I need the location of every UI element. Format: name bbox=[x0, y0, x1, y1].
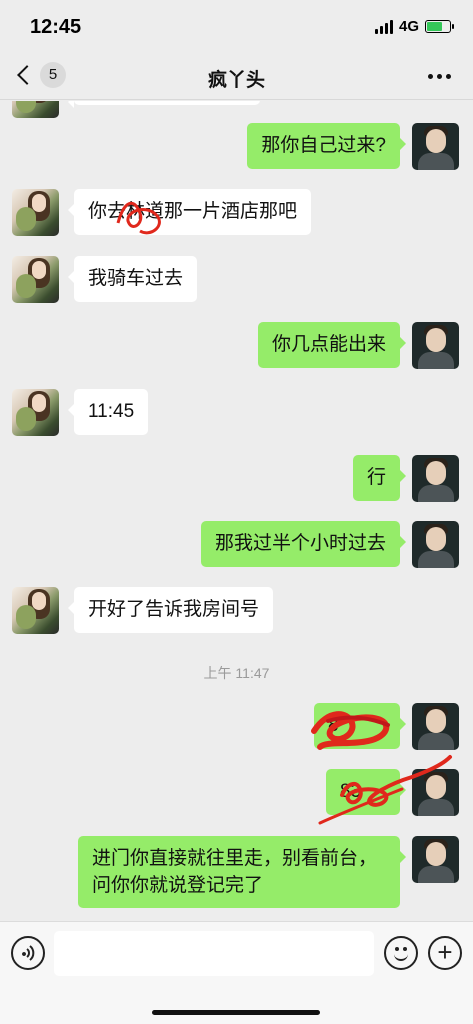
message-bubble[interactable]: 那我过半个小时过去 bbox=[200, 521, 407, 567]
message-bubble[interactable]: 你几点能出来 bbox=[257, 322, 407, 368]
network-type: 4G bbox=[398, 18, 419, 35]
chat-title: 疯丫头 bbox=[207, 70, 265, 91]
voice-input-button[interactable] bbox=[11, 936, 45, 970]
home-indicator bbox=[152, 1010, 320, 1015]
avatar[interactable] bbox=[412, 521, 459, 568]
message-input-bar: + bbox=[0, 921, 473, 1024]
emoji-icon bbox=[395, 947, 399, 951]
more-options-icon[interactable] bbox=[428, 74, 451, 79]
avatar[interactable] bbox=[412, 455, 459, 502]
message-bubble[interactable]: 我骑车过去 bbox=[67, 256, 198, 302]
message-input[interactable] bbox=[54, 931, 374, 976]
avatar[interactable] bbox=[412, 836, 459, 883]
emoji-button[interactable] bbox=[384, 936, 418, 970]
avatar[interactable] bbox=[12, 587, 59, 634]
signal-icon bbox=[374, 19, 393, 34]
message-bubble[interactable]: 你去林道那一片酒店那吧 bbox=[67, 189, 312, 235]
message-bubble[interactable]: 11:45 bbox=[67, 389, 149, 435]
message-bubble[interactable]: 那你自己过来? bbox=[247, 123, 406, 169]
chat-messages[interactable]: 那你自己过来? 你去林道那一片酒店那吧 我骑车过去 你几点能出来 11:45 行… bbox=[0, 101, 473, 921]
avatar[interactable] bbox=[12, 101, 59, 118]
chat-header: 5 疯丫头 bbox=[0, 52, 473, 100]
avatar[interactable] bbox=[412, 123, 459, 170]
message-bubble[interactable]: 开好了告诉我房间号 bbox=[67, 587, 274, 633]
plus-button[interactable]: + bbox=[428, 936, 462, 970]
avatar[interactable] bbox=[12, 256, 59, 303]
voice-icon bbox=[22, 945, 35, 961]
status-bar: 12:45 4G bbox=[0, 0, 473, 52]
avatar[interactable] bbox=[412, 769, 459, 816]
status-indicators: 4G bbox=[374, 18, 454, 35]
avatar[interactable] bbox=[12, 389, 59, 436]
avatar[interactable] bbox=[12, 189, 59, 236]
message-bubble[interactable]: 83 bbox=[326, 769, 406, 815]
battery-icon bbox=[425, 20, 454, 33]
message-timestamp: 上午 11:47 bbox=[203, 665, 270, 681]
message-bubble[interactable]: 进门你直接就往里走，别看前台，问你你就说登记完了 bbox=[78, 836, 406, 908]
avatar[interactable] bbox=[412, 703, 459, 750]
message-bubble[interactable]: 行 bbox=[352, 455, 407, 501]
status-time: 12:45 bbox=[30, 16, 82, 38]
message-bubble-partial bbox=[68, 101, 260, 108]
message-bubble[interactable]: 8 bbox=[314, 703, 406, 749]
avatar[interactable] bbox=[412, 322, 459, 369]
